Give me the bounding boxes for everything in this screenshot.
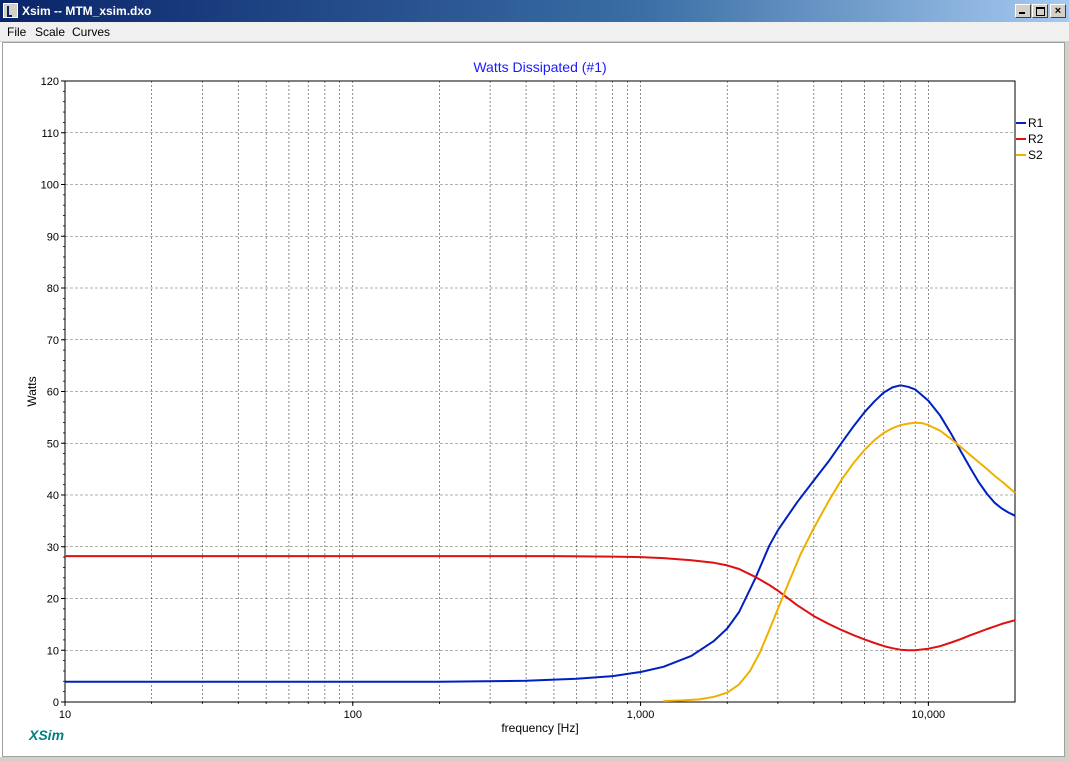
app-icon[interactable] [3,3,18,18]
y-axis-label: Watts [25,376,39,406]
window-title: Xsim -- MTM_xsim.dxo [22,4,152,18]
y-tick-label: 110 [41,128,59,140]
y-tick-label: 120 [41,76,59,88]
close-button[interactable]: × [1050,4,1066,18]
y-tick-label: 30 [47,542,59,554]
series-line-r2 [65,555,1016,652]
x-axis-label: frequency [Hz] [501,721,578,735]
title-bar: Xsim -- MTM_xsim.dxo × [0,0,1069,22]
legend-label: R1 [1028,116,1044,130]
y-tick-label: 80 [47,283,59,295]
chart-title: Watts Dissipated (#1) [473,59,606,75]
x-tick-label: 10 [59,709,71,721]
x-tick-label: 1,000 [627,709,655,721]
y-tick-label: 10 [47,645,59,657]
legend-label: S2 [1028,148,1043,162]
y-tick-label: 70 [47,335,59,347]
xsim-logo: XSim [28,727,64,743]
maximize-button[interactable] [1032,4,1048,18]
minimize-button[interactable] [1015,4,1031,18]
y-tick-label: 100 [41,180,59,192]
legend-label: R2 [1028,132,1044,146]
y-tick-label: 60 [47,387,59,399]
window-border [1065,42,1069,757]
menu-file[interactable]: File [7,25,26,39]
y-tick-label: 40 [47,490,59,502]
y-tick-label: 20 [47,594,59,606]
chart-area: 0 10 20 30 40 50 60 70 80 90 100 110 120 10 100 1,000 10… [2,42,1065,757]
x-tick-label: 100 [344,709,362,721]
series-line-r1 [65,384,1016,683]
chart: 010203040506070809010011012010 100 1,000 10… [25,59,1044,743]
menu-curves[interactable]: Curves [72,25,110,39]
y-tick-label: 0 [53,697,59,709]
menu-bar: File Scale Curves [0,22,1069,42]
y-tick-label: 90 [47,231,59,243]
menu-scale[interactable]: Scale [35,25,65,39]
y-tick-label: 50 [47,438,59,450]
window-controls: × [1014,4,1066,20]
x-tick-label: 10,000 [912,709,946,721]
status-strip [0,757,1069,761]
series-line-s2 [663,421,1016,702]
